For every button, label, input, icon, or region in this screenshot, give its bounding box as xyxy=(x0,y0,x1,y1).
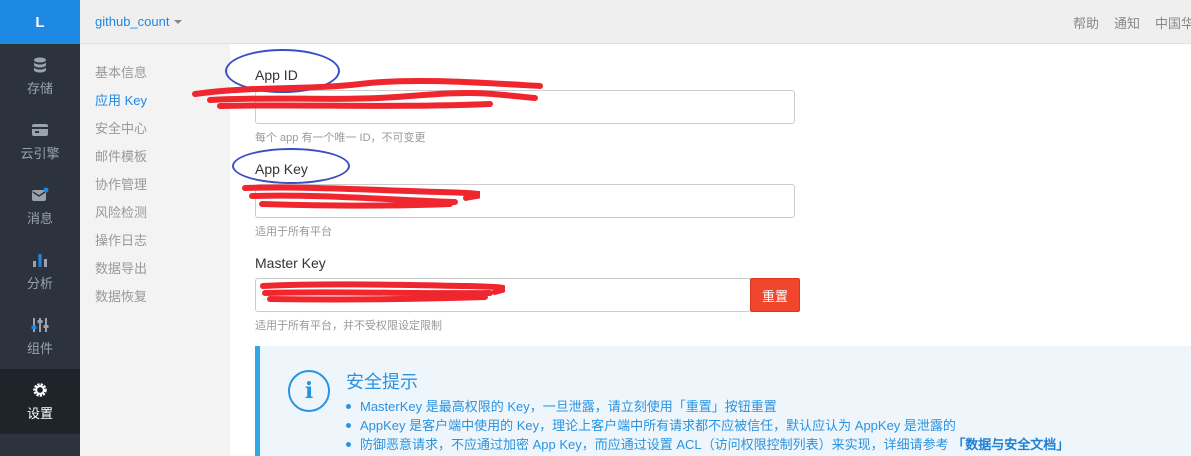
rail-item-label: 消息 xyxy=(26,211,53,226)
subnav-item-security-center[interactable]: 安全中心 xyxy=(80,118,228,146)
data-security-doc-link[interactable]: 「数据与安全文档」 xyxy=(952,437,1069,452)
chevron-down-icon xyxy=(174,19,183,24)
rail-item-settings[interactable]: 设置 xyxy=(0,369,80,434)
subnav-item-data-restore[interactable]: 数据恢复 xyxy=(80,286,228,314)
rail-item-messages[interactable]: 消息 xyxy=(0,174,80,239)
alert-item-with-link: 防御恶意请求，不应通过加密 App Key，而应通过设置 ACL（访问权限控制列… xyxy=(345,435,1069,454)
redaction-scribble-master-key xyxy=(260,281,505,303)
security-tip-alert: i 安全提示 MasterKey 是最高权限的 Key，一旦泄露，请立刻使用「重… xyxy=(255,346,1191,456)
left-rail: L 存储 云引擎 消息 分析 组件 设置 xyxy=(0,0,80,456)
info-icon: i xyxy=(288,370,330,412)
alert-title: 安全提示 xyxy=(346,372,418,392)
app-key-help: 适用于所有平台 xyxy=(255,226,332,238)
rail-item-storage[interactable]: 存储 xyxy=(0,44,80,109)
sliders-icon xyxy=(31,318,49,332)
reset-master-key-button[interactable]: 重置 xyxy=(750,278,800,312)
annotation-circle-app-key xyxy=(232,148,350,184)
app-id-help: 每个 app 有一个唯一 ID，不可变更 xyxy=(255,132,426,144)
alert-list: MasterKey 是最高权限的 Key，一旦泄露，请立刻使用「重置」按钮重置 … xyxy=(345,397,1069,454)
alert-item: AppKey 是客户端中使用的 Key，理论上客户端中所有请求都不应被信任，默认… xyxy=(345,416,1069,435)
rail-item-analytics[interactable]: 分析 xyxy=(0,239,80,304)
help-link[interactable]: 帮助 xyxy=(1073,13,1099,32)
gear-icon xyxy=(33,383,47,397)
subnav-item-operation-log[interactable]: 操作日志 xyxy=(80,230,228,258)
rail-item-label: 组件 xyxy=(26,341,53,356)
mail-icon xyxy=(32,187,49,201)
top-bar: github_count 帮助 通知 中国华北 xyxy=(80,0,1191,44)
app-logo[interactable]: L xyxy=(0,0,80,44)
cloud-engine-icon xyxy=(32,124,48,136)
rail-item-label: 云引擎 xyxy=(20,146,60,161)
subnav-item-risk-detection[interactable]: 风险检测 xyxy=(80,202,228,230)
rail-item-label: 分析 xyxy=(26,276,53,291)
database-icon xyxy=(34,57,46,73)
subnav-item-data-export[interactable]: 数据导出 xyxy=(80,258,228,286)
top-bar-links: 帮助 通知 中国华北 xyxy=(1058,0,1191,44)
redaction-scribble-app-id xyxy=(192,77,543,109)
app-switcher[interactable]: github_count xyxy=(95,14,183,29)
subnav-item-collaboration[interactable]: 协作管理 xyxy=(80,174,228,202)
rail-item-components[interactable]: 组件 xyxy=(0,304,80,369)
main-content: App ID 每个 app 有一个唯一 ID，不可变更 App Key 适用于所… xyxy=(192,44,1191,456)
alert-item-text: 防御恶意请求，不应通过加密 App Key，而应通过设置 ACL（访问权限控制列… xyxy=(360,437,953,452)
bar-chart-icon xyxy=(33,254,47,267)
master-key-label: Master Key xyxy=(255,255,326,271)
app-name: github_count xyxy=(95,14,170,29)
alert-item: MasterKey 是最高权限的 Key，一旦泄露，请立刻使用「重置」按钮重置 xyxy=(345,397,1069,416)
subnav-item-email-templates[interactable]: 邮件模板 xyxy=(80,146,228,174)
rail-item-cloud-engine[interactable]: 云引擎 xyxy=(0,109,80,174)
redaction-scribble-app-key xyxy=(242,184,480,209)
master-key-help: 适用于所有平台，并不受权限设定限制 xyxy=(255,320,442,332)
notifications-link[interactable]: 通知 xyxy=(1114,13,1140,32)
rail-item-label: 存储 xyxy=(26,81,53,96)
rail-item-label: 设置 xyxy=(26,406,53,421)
region-selector[interactable]: 中国华北 xyxy=(1155,13,1191,32)
